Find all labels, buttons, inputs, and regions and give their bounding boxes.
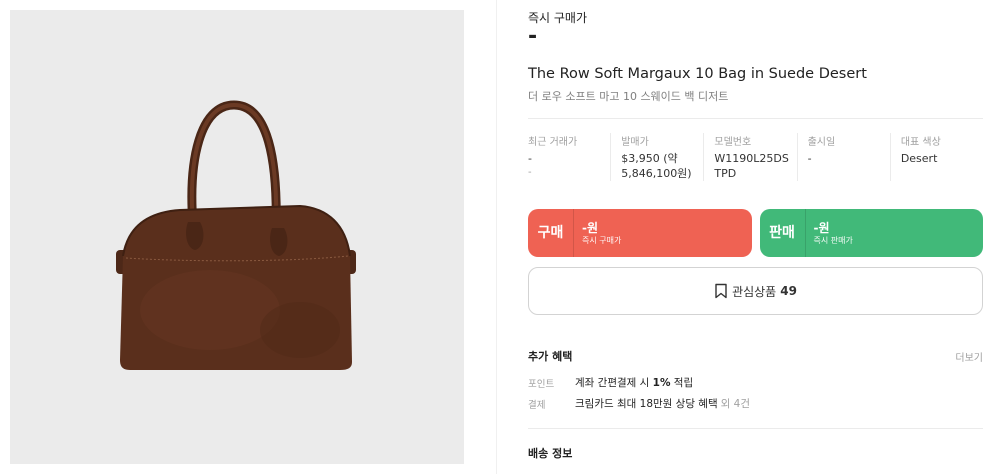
stat-label: 모델번호: [714, 137, 752, 148]
buy-button-label: 구매: [528, 209, 574, 257]
divider: [528, 428, 983, 429]
wishlist-label: 관심상품: [732, 284, 777, 299]
sell-button-sub: 즉시 판매가: [813, 235, 853, 245]
bookmark-icon: [715, 283, 727, 299]
benefits-title: 추가 혜택: [528, 350, 573, 363]
divider: [528, 118, 983, 119]
buy-button-price: -원: [582, 220, 599, 235]
stat-label: 발매가: [621, 137, 649, 148]
stat-value: $3,950 (약 5,846,100원): [621, 152, 692, 180]
buy-now-price: -: [528, 24, 538, 49]
buy-button-sub: 즉시 구매가: [582, 235, 622, 245]
wishlist-button[interactable]: 관심상품 49: [528, 267, 983, 315]
stat-recent-price: 최근 거래가 - -: [528, 133, 610, 181]
stat-value: Desert: [900, 152, 938, 165]
stat-release-date: 출시일 -: [796, 133, 890, 181]
stat-label: 대표 색상: [900, 137, 941, 148]
benefit-value: 크림카드 최대 18만원 상당 혜택: [575, 398, 718, 410]
product-stats: 최근 거래가 - - 발매가 $3,950 (약 5,846,100원) 모델번…: [528, 133, 983, 181]
delivery-title: 배송 정보: [528, 447, 573, 460]
stat-release-price: 발매가 $3,950 (약 5,846,100원): [610, 133, 703, 181]
stat-label: 출시일: [807, 137, 836, 148]
trade-buttons: 구매 -원 즉시 구매가 판매 -원 즉시 판매가: [528, 209, 983, 257]
stat-sub: -: [528, 167, 532, 178]
stat-color: 대표 색상 Desert: [889, 133, 983, 181]
column-divider: [496, 0, 497, 474]
benefit-value: 계좌 간편결제 시 1% 적립: [575, 377, 694, 389]
benefit-payment: 결제 크림카드 최대 18만원 상당 혜택 외 4건: [528, 396, 750, 411]
sell-button-price: -원: [813, 220, 830, 235]
stat-value: W1190L25DS TPD: [714, 152, 789, 180]
sell-button[interactable]: 판매 -원 즉시 판매가: [759, 209, 983, 257]
benefit-point: 포인트 계좌 간편결제 시 1% 적립: [528, 375, 693, 390]
buy-button[interactable]: 구매 -원 즉시 구매가: [528, 209, 752, 257]
benefit-extra: 외 4건: [720, 398, 750, 410]
sell-button-label: 판매: [760, 209, 806, 257]
product-title-ko: 더 로우 소프트 마고 10 스웨이드 백 디저트: [528, 90, 729, 103]
stat-label: 최근 거래가: [528, 137, 578, 148]
benefit-key: 결제: [528, 400, 546, 411]
benefit-key: 포인트: [528, 379, 555, 390]
stat-value: -: [807, 152, 812, 165]
stat-value: -: [528, 152, 532, 165]
benefits-more-link[interactable]: 더보기: [955, 349, 983, 364]
product-title: The Row Soft Margaux 10 Bag in Suede Des…: [528, 66, 867, 82]
wishlist-count: 49: [780, 284, 797, 298]
bag-image: [116, 100, 356, 370]
product-image: [10, 10, 464, 464]
stat-model-number: 모델번호 W1190L25DS TPD: [703, 133, 796, 181]
